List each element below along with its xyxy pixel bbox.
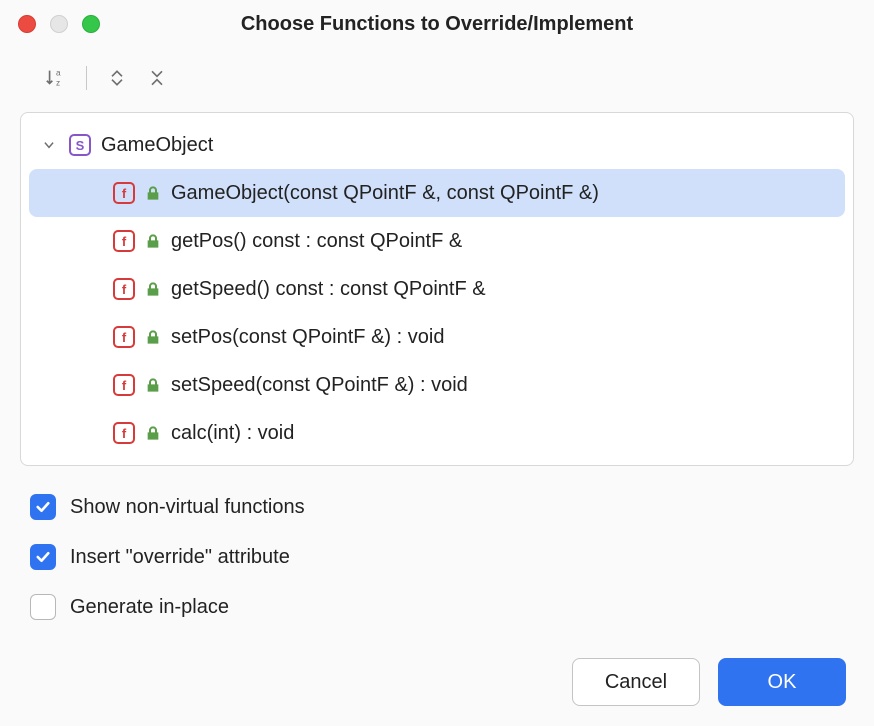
- dialog-buttons: Cancel OK: [572, 658, 846, 706]
- option-label: Insert "override" attribute: [70, 546, 290, 569]
- function-label: setPos(const QPointF &) : void: [171, 326, 444, 349]
- ok-button[interactable]: OK: [718, 658, 846, 706]
- maximize-window-button[interactable]: [82, 15, 100, 33]
- function-label: calc(int) : void: [171, 422, 294, 445]
- function-icon: f: [113, 230, 135, 252]
- option-show-non-virtual[interactable]: Show non-virtual functions: [30, 494, 844, 520]
- options-panel: Show non-virtual functions Insert "overr…: [0, 474, 874, 640]
- function-icon: f: [113, 374, 135, 396]
- lock-icon: [145, 233, 161, 249]
- option-label: Show non-virtual functions: [70, 496, 305, 519]
- tree-function-row[interactable]: f calc(int) : void: [29, 409, 845, 457]
- tree-function-row[interactable]: f setPos(const QPointF &) : void: [29, 313, 845, 361]
- checkbox-show-non-virtual[interactable]: [30, 494, 56, 520]
- class-name-label: GameObject: [101, 134, 213, 157]
- function-icon: f: [113, 278, 135, 300]
- lock-icon: [145, 329, 161, 345]
- toolbar-divider: [86, 66, 87, 90]
- svg-text:z: z: [56, 78, 60, 87]
- svg-text:a: a: [56, 68, 61, 77]
- function-label: setSpeed(const QPointF &) : void: [171, 374, 468, 397]
- function-label: getPos() const : const QPointF &: [171, 230, 462, 253]
- window-controls: [18, 15, 100, 33]
- lock-icon: [145, 185, 161, 201]
- tree-class-row[interactable]: S GameObject: [29, 121, 845, 169]
- close-window-button[interactable]: [18, 15, 36, 33]
- tree-function-row[interactable]: f GameObject(const QPointF &, const QPoi…: [29, 169, 845, 217]
- function-icon: f: [113, 326, 135, 348]
- function-tree: S GameObject f GameObject(const QPointF …: [20, 112, 854, 466]
- titlebar: Choose Functions to Override/Implement: [0, 0, 874, 48]
- struct-icon: S: [69, 134, 91, 156]
- dialog-title: Choose Functions to Override/Implement: [241, 13, 633, 36]
- function-icon: f: [113, 182, 135, 204]
- function-label: getSpeed() const : const QPointF &: [171, 278, 486, 301]
- chevron-down-icon[interactable]: [39, 138, 59, 152]
- function-label: GameObject(const QPointF &, const QPoint…: [171, 182, 599, 205]
- minimize-window-button[interactable]: [50, 15, 68, 33]
- option-generate-inplace[interactable]: Generate in-place: [30, 594, 844, 620]
- expand-all-button[interactable]: [103, 64, 131, 92]
- option-insert-override[interactable]: Insert "override" attribute: [30, 544, 844, 570]
- option-label: Generate in-place: [70, 596, 229, 619]
- cancel-button[interactable]: Cancel: [572, 658, 700, 706]
- tree-function-row[interactable]: f getPos() const : const QPointF &: [29, 217, 845, 265]
- toolbar: a z: [0, 48, 874, 104]
- checkbox-insert-override[interactable]: [30, 544, 56, 570]
- lock-icon: [145, 281, 161, 297]
- function-icon: f: [113, 422, 135, 444]
- tree-function-row[interactable]: f getSpeed() const : const QPointF &: [29, 265, 845, 313]
- collapse-all-button[interactable]: [143, 64, 171, 92]
- checkbox-generate-inplace[interactable]: [30, 594, 56, 620]
- lock-icon: [145, 377, 161, 393]
- tree-function-row[interactable]: f setSpeed(const QPointF &) : void: [29, 361, 845, 409]
- lock-icon: [145, 425, 161, 441]
- sort-alphabetically-button[interactable]: a z: [42, 64, 70, 92]
